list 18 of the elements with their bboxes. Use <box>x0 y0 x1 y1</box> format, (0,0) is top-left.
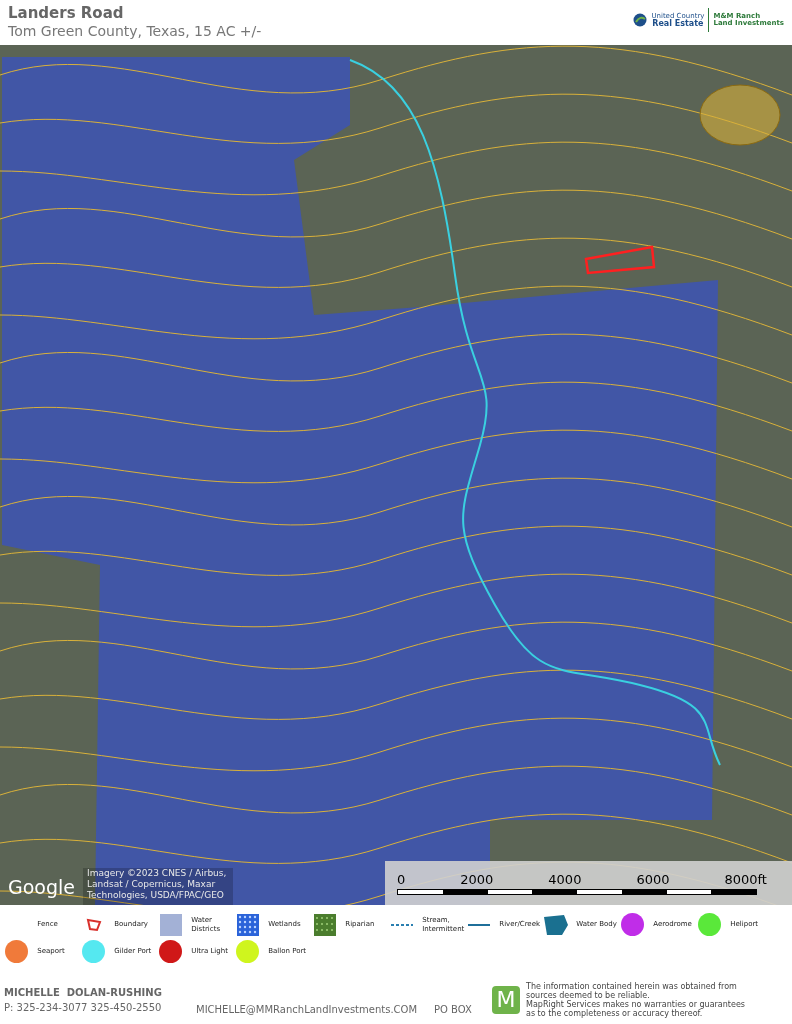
agent-name: MICHELLE DOLAN-RUSHING <box>4 985 163 1000</box>
agent-address: PO BOX <box>434 1003 473 1017</box>
google-logo: Google <box>7 878 76 900</box>
disclaimer: The information contained herein was obtained from sources deemed to be reliable. MapRight Services makes no warranties or guarantees as to the completeness or accuracy thereof. <box>526 981 746 1018</box>
parcel-boundary <box>584 245 656 275</box>
page-title: Landers Road <box>8 4 125 22</box>
imagery-attribution: Imagery ©2023 CNES / Airbus, Landsat / Copernicus, Maxar Technologies, USDA/FPAC/GEO <box>83 868 233 905</box>
globe-icon <box>633 13 648 27</box>
scale-label: 0 <box>397 871 406 887</box>
agent-email: MICHELLE@MMRanchLandInvestments.COM <box>196 1003 419 1017</box>
scale-label: 4000 <box>548 871 582 887</box>
brand-subtitle: Real Estate <box>652 19 704 28</box>
scale-label: 8000ft <box>724 871 767 887</box>
mapright-badge: M <box>492 985 520 1014</box>
page-subtitle: Tom Green County, Texas, 15 AC +/- <box>8 22 262 40</box>
scale-label: 2000 <box>460 871 494 887</box>
scale-label: 6000 <box>636 871 670 887</box>
agent-phone: P: 325-234-3077 325-450-2550 <box>4 1000 163 1015</box>
